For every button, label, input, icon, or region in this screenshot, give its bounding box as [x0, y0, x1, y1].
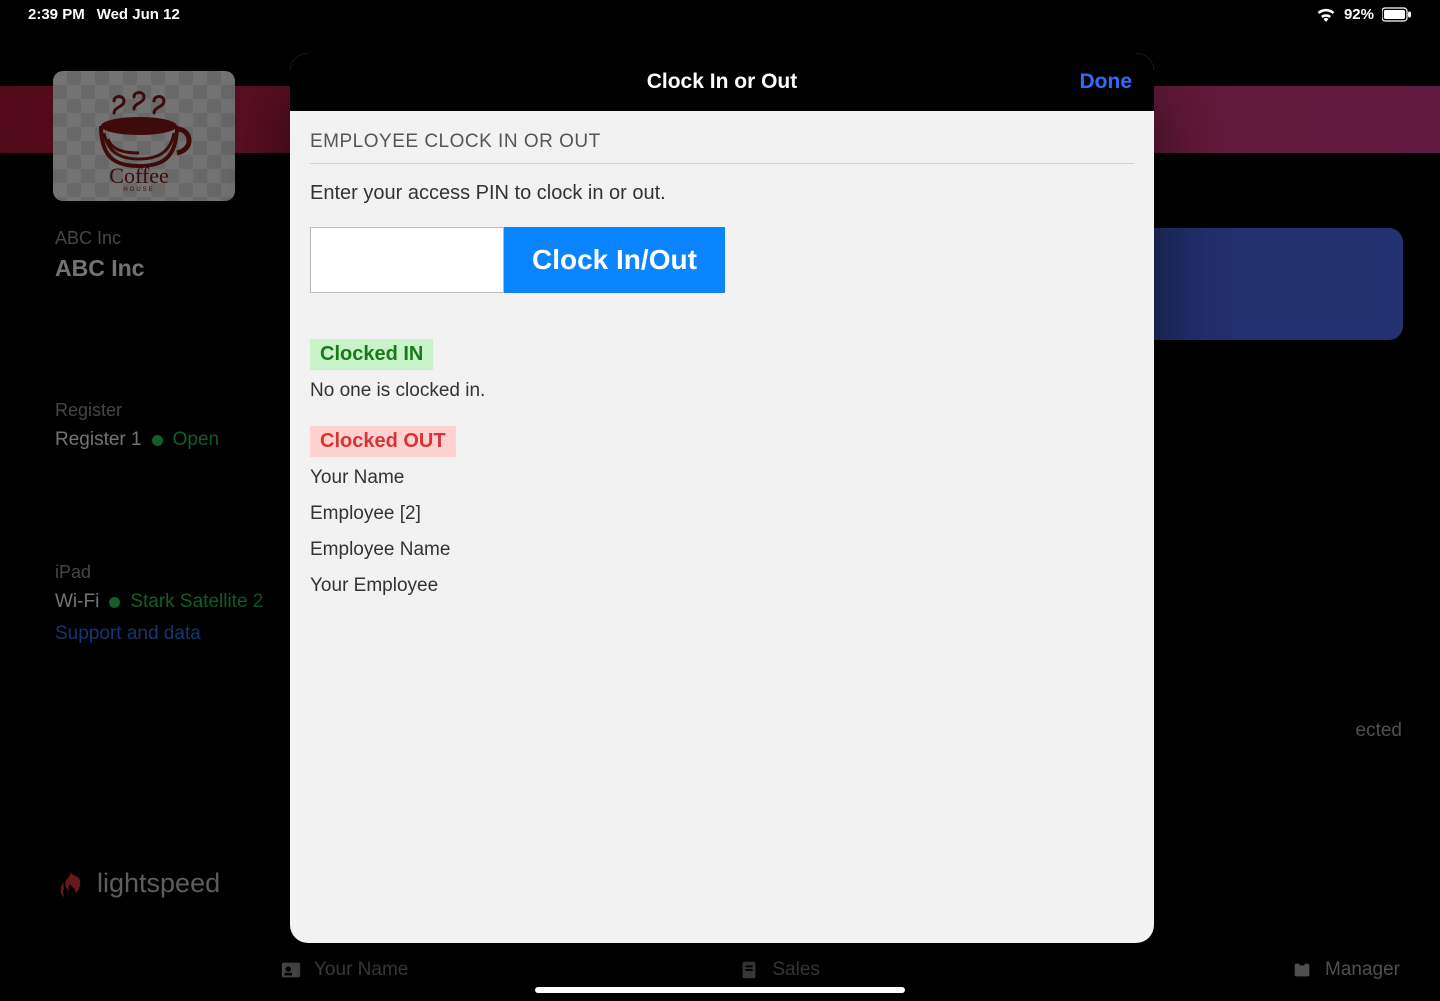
instruction-text: Enter your access PIN to clock in or out… [310, 182, 1134, 205]
modal-body: EMPLOYEE CLOCK IN OR OUT Enter your acce… [290, 111, 1154, 943]
status-bar: 2:39 PM Wed Jun 12 92% [0, 0, 1440, 28]
wifi-icon [1316, 7, 1336, 22]
clocked-out-heading: Clocked OUT [310, 426, 456, 457]
status-date: Wed Jun 12 [97, 6, 180, 23]
list-item: Your Name [310, 467, 1134, 489]
home-indicator[interactable] [535, 987, 905, 993]
status-battery-pct: 92% [1344, 6, 1374, 23]
list-item: Employee Name [310, 539, 1134, 561]
clocked-in-heading: Clocked IN [310, 339, 433, 370]
section-title: EMPLOYEE CLOCK IN OR OUT [310, 131, 1134, 164]
pin-input[interactable] [310, 227, 504, 293]
clock-modal: Clock In or Out Done EMPLOYEE CLOCK IN O… [290, 53, 1154, 943]
list-item: Employee [2] [310, 503, 1134, 525]
clock-in-out-button[interactable]: Clock In/Out [504, 227, 725, 293]
battery-icon [1382, 7, 1412, 22]
pin-row: Clock In/Out [310, 227, 1134, 293]
clocked-in-empty: No one is clocked in. [310, 380, 1134, 402]
clocked-out-list: Your Name Employee [2] Employee Name You… [310, 467, 1134, 597]
modal-header: Clock In or Out Done [290, 53, 1154, 111]
modal-title: Clock In or Out [647, 70, 798, 94]
status-time: 2:39 PM [28, 6, 85, 23]
done-button[interactable]: Done [1080, 70, 1133, 94]
list-item: Your Employee [310, 575, 1134, 597]
